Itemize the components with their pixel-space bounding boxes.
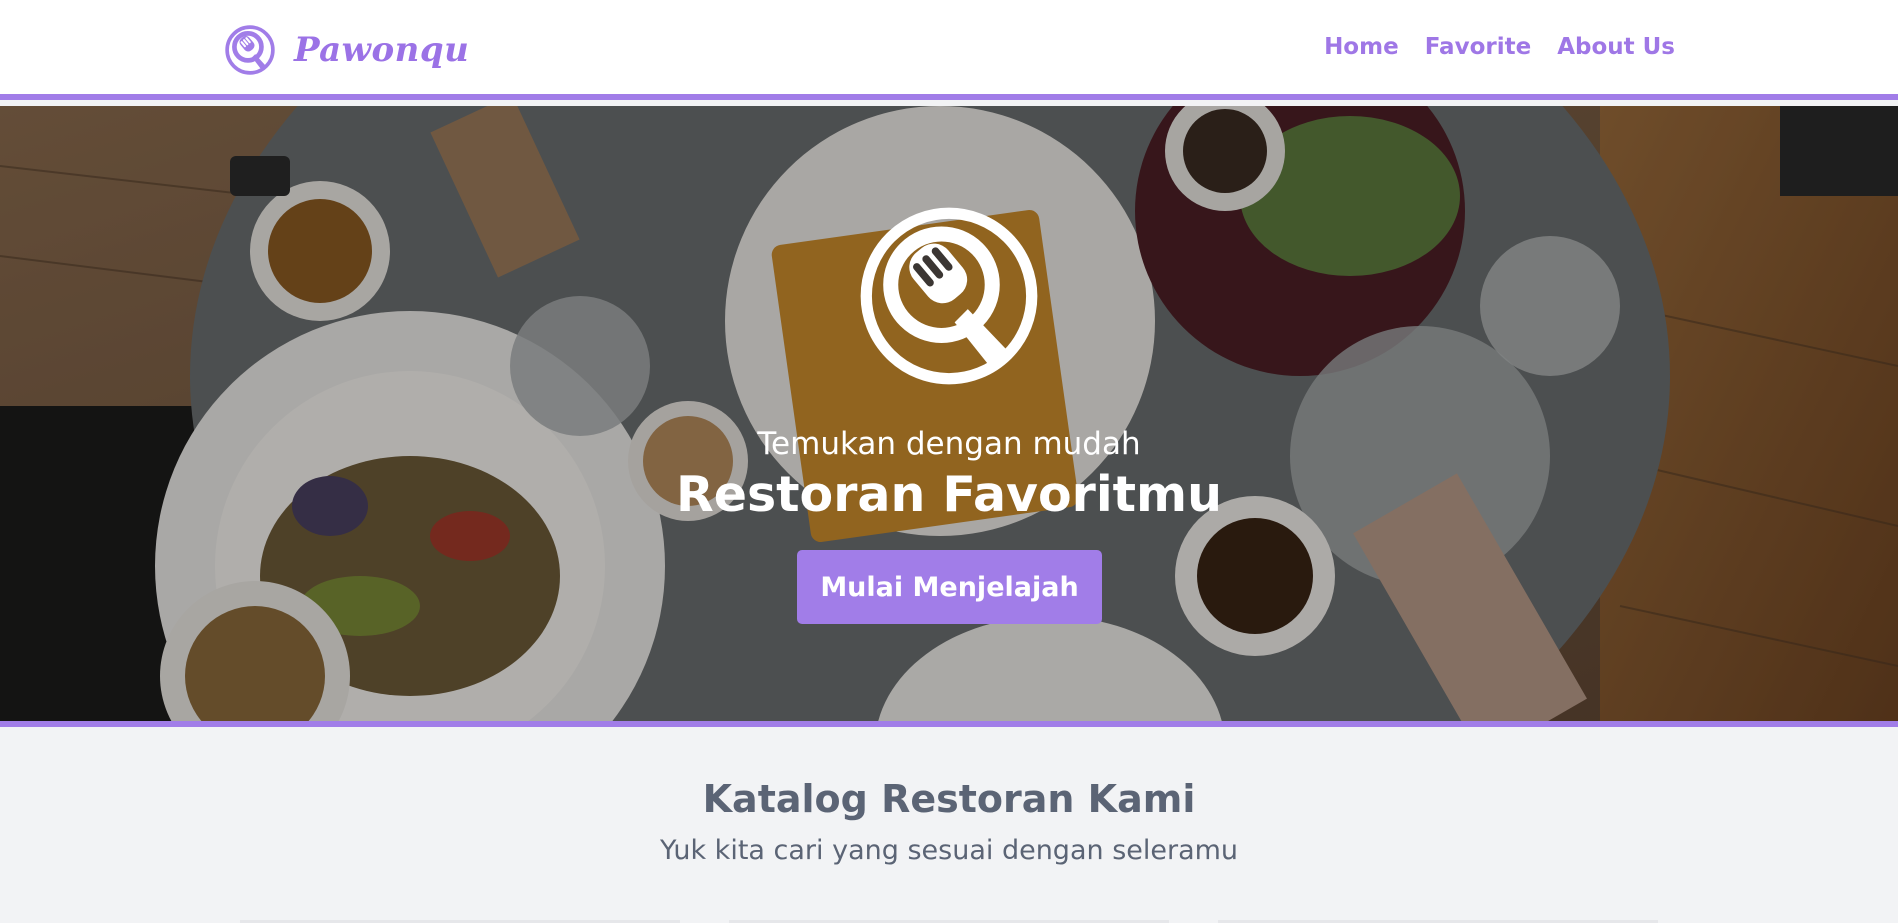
nav-home-link[interactable]: Home (1324, 34, 1399, 60)
site-header: Pawonqu Home Favorite About Us (0, 0, 1898, 100)
hero-title: Restoran Favoritmu (676, 466, 1222, 523)
start-exploring-button[interactable]: Mulai Menjelajah (797, 550, 1102, 624)
nav-about-us-link[interactable]: About Us (1557, 34, 1675, 60)
brand-name: Pawonqu (294, 30, 470, 70)
catalog-title: Katalog Restoran Kami (702, 777, 1196, 821)
fork-circle-icon (860, 207, 1038, 385)
brand-link[interactable]: Pawonqu (224, 24, 469, 76)
nav-favorite-link[interactable]: Favorite (1425, 34, 1532, 60)
catalog-subtitle: Yuk kita cari yang sesuai dengan seleram… (659, 835, 1239, 866)
hero-section: Temukan dengan mudah Restoran Favoritmu … (0, 106, 1898, 721)
hero-content: Temukan dengan mudah Restoran Favoritmu … (0, 106, 1898, 721)
catalog-section: Katalog Restoran Kami Yuk kita cari yang… (0, 727, 1898, 923)
hero-tagline: Temukan dengan mudah (757, 426, 1141, 462)
main-nav: Home Favorite About Us (1324, 34, 1675, 60)
fork-circle-icon (225, 25, 275, 75)
